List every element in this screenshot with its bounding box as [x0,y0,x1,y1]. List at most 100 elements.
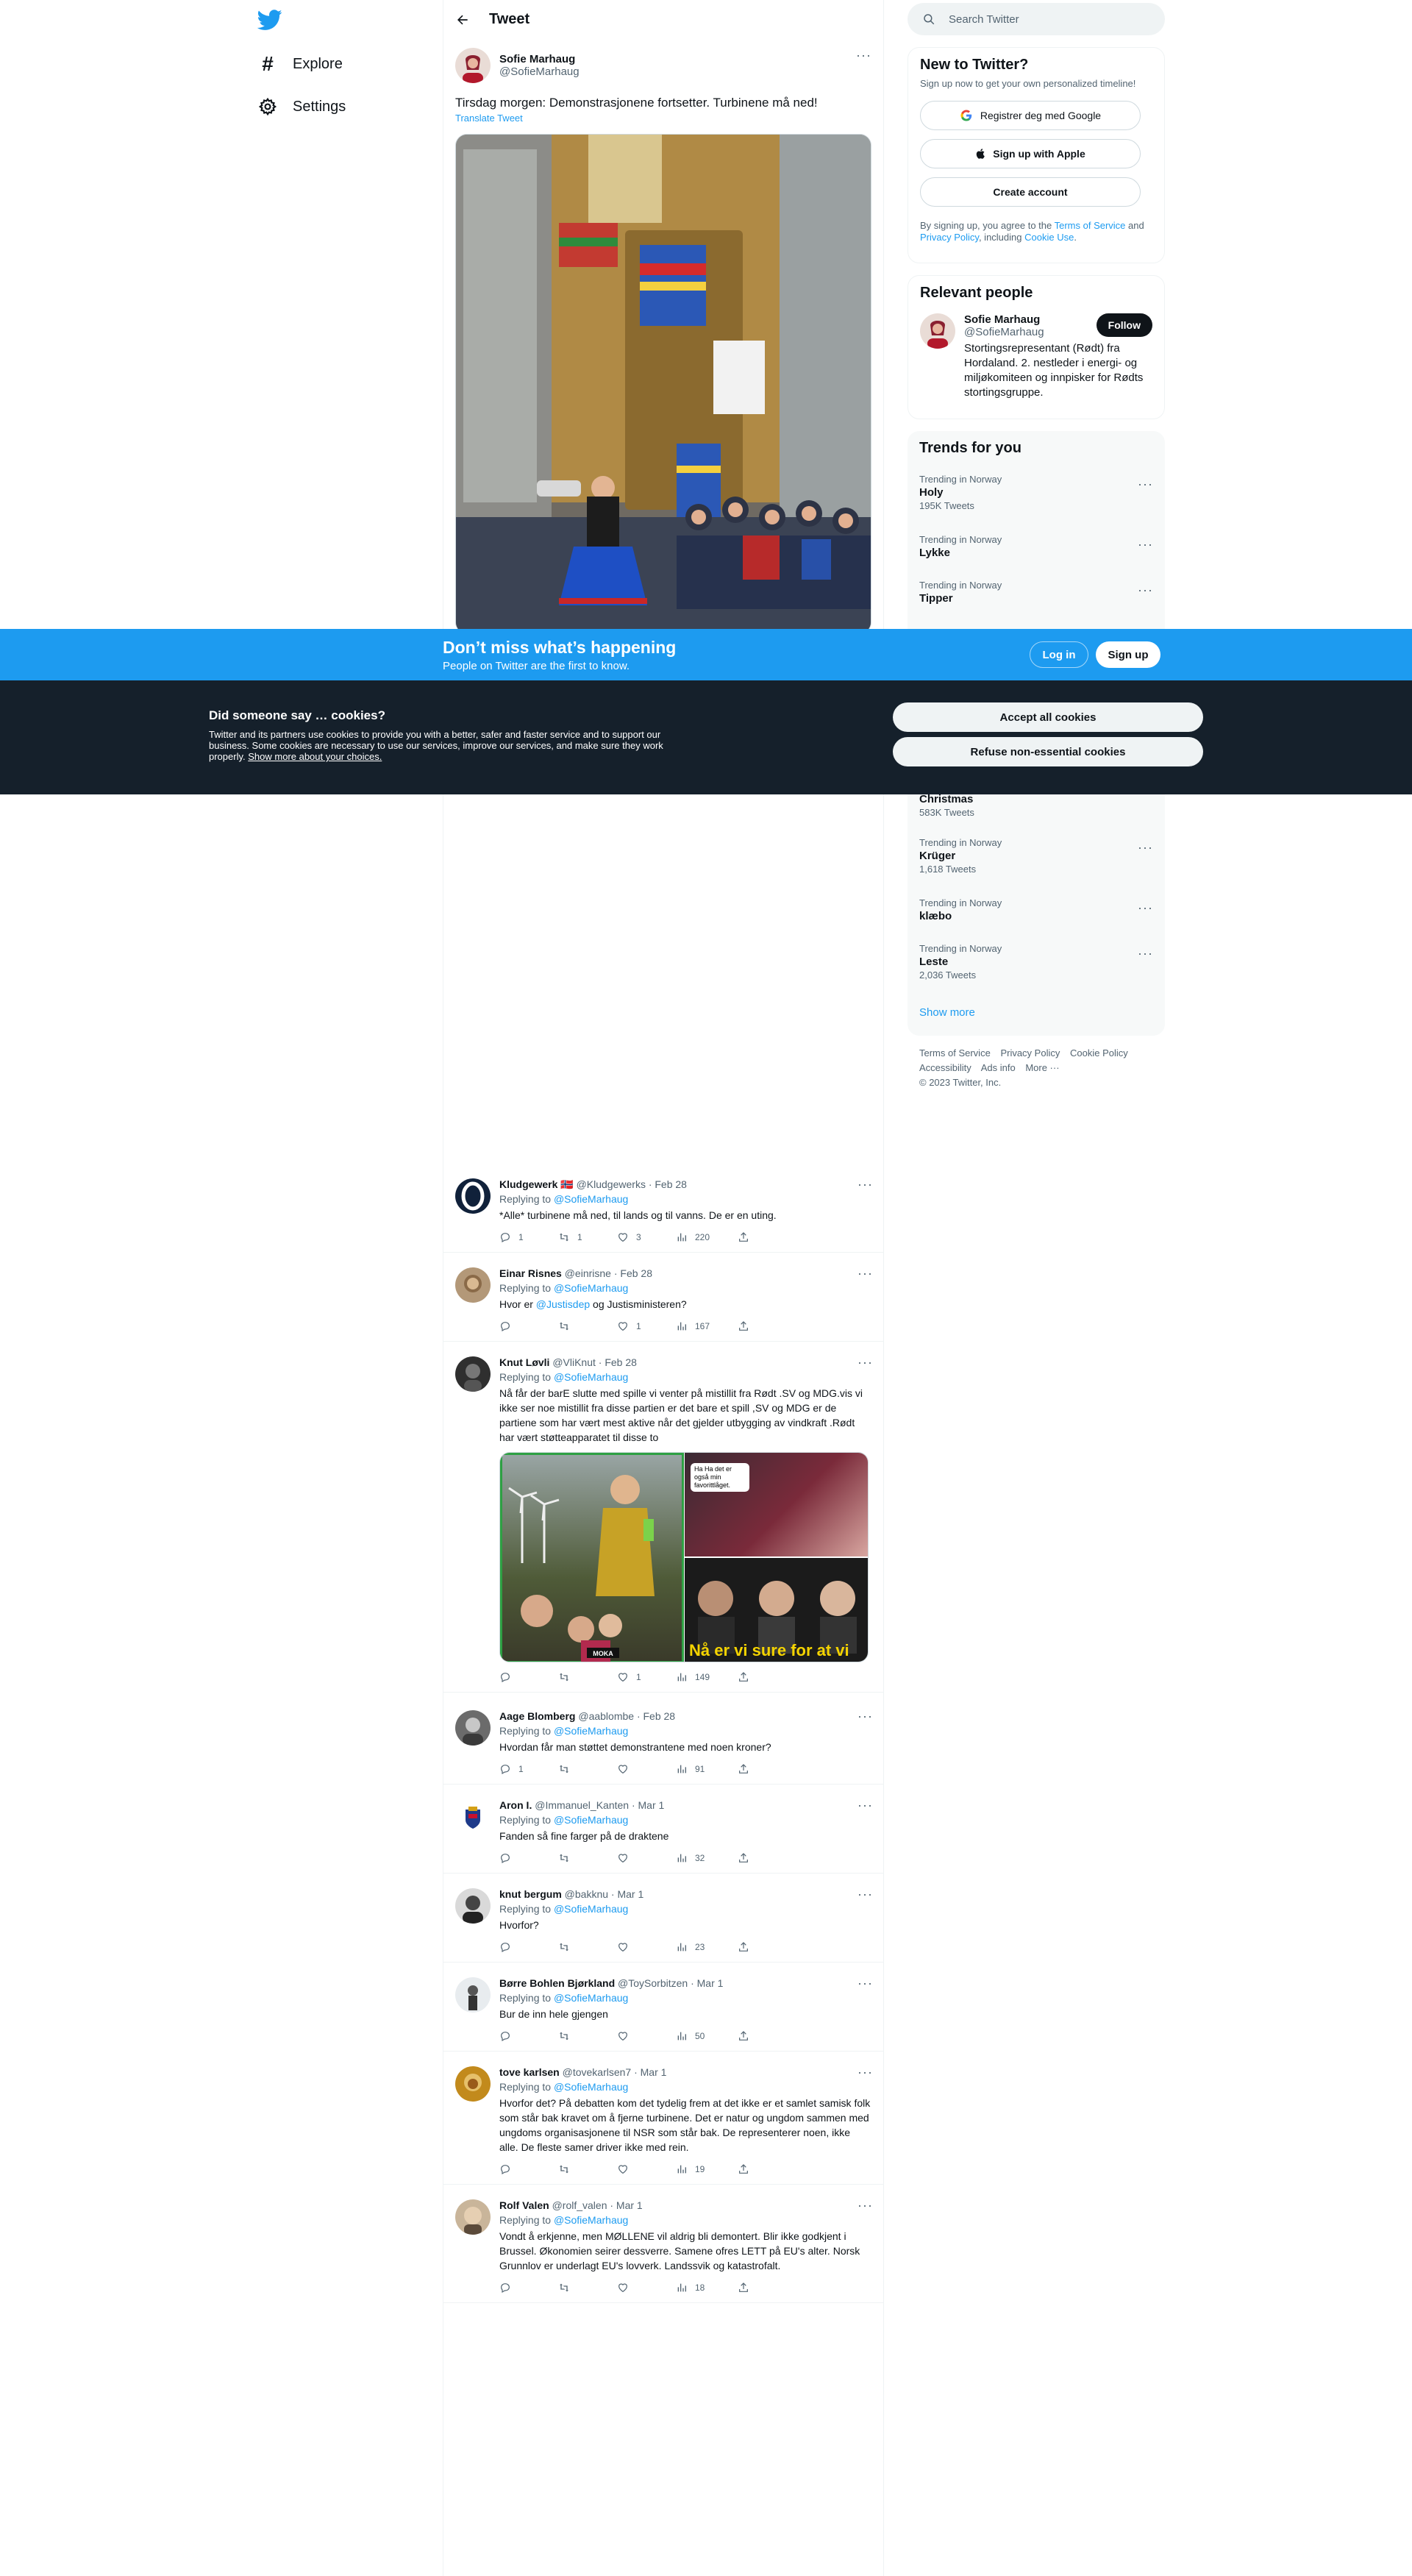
reply-author-name[interactable]: Einar Risnes [499,1267,562,1279]
views-button[interactable]: 18 [676,2282,735,2294]
apple-signup-button[interactable]: Sign up with Apple [920,139,1141,168]
avatar[interactable] [920,313,955,349]
avatar[interactable] [455,2199,491,2235]
reply-item[interactable]: ··· Einar Risnes @einrisne · Feb 28 Repl… [443,1257,883,1342]
more-icon[interactable]: ··· [1138,946,1153,961]
like-button[interactable]: 1 [617,1320,676,1332]
more-icon[interactable]: ··· [857,1976,873,1991]
views-button[interactable]: 167 [676,1320,735,1332]
more-icon[interactable]: ··· [856,48,871,63]
views-button[interactable]: 23 [676,1941,735,1953]
footer-link[interactable]: Terms of Service [919,1047,991,1058]
avatar[interactable] [455,1178,491,1214]
more-icon[interactable]: ··· [1138,583,1153,598]
share-button[interactable] [738,2163,749,2175]
retweet-button[interactable] [558,1320,617,1332]
tweet-photo[interactable] [455,134,871,634]
author-name[interactable]: Sofie Marhaug [499,53,580,65]
twitter-logo-icon[interactable] [257,7,282,32]
translate-tweet-link[interactable]: Translate Tweet [455,113,523,124]
like-button[interactable] [617,1763,676,1775]
share-button[interactable] [738,2282,749,2294]
search-input[interactable] [949,13,1140,26]
footer-link[interactable]: Ads info [981,1062,1016,1073]
reply-author-name[interactable]: knut bergum [499,1888,562,1900]
back-arrow-icon[interactable] [455,13,470,27]
replying-mention[interactable]: @SofieMarhaug [554,1992,628,2004]
more-icon[interactable]: ··· [1138,900,1153,916]
retweet-button[interactable] [558,1671,617,1683]
follow-button[interactable]: Follow [1096,313,1152,337]
retweet-button[interactable] [558,1763,617,1775]
reply-author-name[interactable]: Aron I. [499,1799,532,1811]
trend-item[interactable]: Trending in Norway Leste 2,036 Tweets ··… [908,943,1165,981]
replying-mention[interactable]: @SofieMarhaug [554,1282,628,1294]
more-icon[interactable]: ··· [857,1887,873,1902]
replying-mention[interactable]: @SofieMarhaug [554,1371,628,1383]
more-icon[interactable]: ··· [857,2198,873,2213]
views-button[interactable]: 220 [676,1231,735,1243]
more-icon[interactable]: ··· [857,2065,873,2080]
like-button[interactable]: 3 [617,1231,676,1243]
reply-item[interactable]: ··· Aron I. @Immanuel_Kanten · Mar 1 Rep… [443,1789,883,1874]
reply-item[interactable]: ··· knut bergum @bakknu · Mar 1 Replying… [443,1878,883,1963]
cookie-use-link[interactable]: Cookie Use [1024,232,1074,243]
replying-mention[interactable]: @SofieMarhaug [554,1725,628,1737]
reply-photo[interactable]: MOKA Ha Ha det er også min favorittlåget… [499,1452,869,1662]
trend-item[interactable]: Trending in Norway Holy 195K Tweets ··· [908,474,1165,511]
refuse-cookies-button[interactable]: Refuse non-essential cookies [893,737,1203,766]
avatar[interactable] [455,48,491,83]
like-button[interactable]: 1 [617,1671,676,1683]
search-box[interactable] [908,3,1165,35]
reply-button[interactable] [499,2163,558,2175]
more-icon[interactable]: ··· [857,1266,873,1281]
reply-button[interactable]: 1 [499,1763,558,1775]
nav-settings[interactable]: Settings [257,88,346,125]
reply-button[interactable] [499,2282,558,2294]
reply-author-name[interactable]: tove karlsen [499,2066,560,2078]
signup-button[interactable]: Sign up [1096,641,1160,668]
views-button[interactable]: 149 [676,1671,735,1683]
avatar[interactable] [455,1799,491,1835]
reply-author-name[interactable]: Børre Bohlen Bjørkland [499,1977,615,1989]
trend-item[interactable]: Trending in Norway Tipper ··· [908,580,1165,605]
retweet-button[interactable] [558,2030,617,2042]
reply-author-name[interactable]: Rolf Valen [499,2199,549,2211]
views-button[interactable]: 50 [676,2030,735,2042]
replying-mention[interactable]: @SofieMarhaug [554,1903,628,1915]
create-account-button[interactable]: Create account [920,177,1141,207]
login-button[interactable]: Log in [1030,641,1088,668]
share-button[interactable] [738,1763,749,1775]
reply-item[interactable]: ··· Rolf Valen @rolf_valen · Mar 1 Reply… [443,2189,883,2303]
nav-explore[interactable]: # Explore [257,46,343,82]
reply-item[interactable]: ··· Aage Blomberg @aablombe · Feb 28 Rep… [443,1700,883,1785]
more-icon[interactable]: ··· [1138,537,1153,552]
share-button[interactable] [738,1671,749,1683]
more-icon[interactable]: ··· [857,1709,873,1724]
views-button[interactable]: 32 [676,1852,735,1864]
share-button[interactable] [738,1941,749,1953]
footer-link[interactable]: Cookie Policy [1070,1047,1128,1058]
like-button[interactable] [617,2282,676,2294]
retweet-button[interactable] [558,2282,617,2294]
avatar[interactable] [455,1888,491,1924]
more-icon[interactable]: ··· [857,1798,873,1813]
reply-button[interactable] [499,2030,558,2042]
footer-link[interactable]: Privacy Policy [1000,1047,1060,1058]
views-button[interactable]: 19 [676,2163,735,2175]
footer-link[interactable]: Accessibility [919,1062,971,1073]
retweet-button[interactable] [558,1941,617,1953]
avatar[interactable] [455,1267,491,1303]
reply-button[interactable] [499,1320,558,1332]
trend-item[interactable]: Christmas 583K Tweets [908,791,1165,818]
replying-mention[interactable]: @SofieMarhaug [554,1814,628,1826]
share-button[interactable] [738,1852,749,1864]
cookie-choices-link[interactable]: Show more about your choices. [248,751,382,762]
retweet-button[interactable] [558,1852,617,1864]
reply-text-mention[interactable]: @Justisdep [536,1298,590,1310]
footer-link[interactable]: More ··· [1025,1062,1059,1073]
more-icon[interactable]: ··· [1138,477,1153,492]
trend-item[interactable]: Trending in Norway Lykke ··· [908,534,1165,559]
google-signup-button[interactable]: Registrer deg med Google [920,101,1141,130]
like-button[interactable] [617,1852,676,1864]
